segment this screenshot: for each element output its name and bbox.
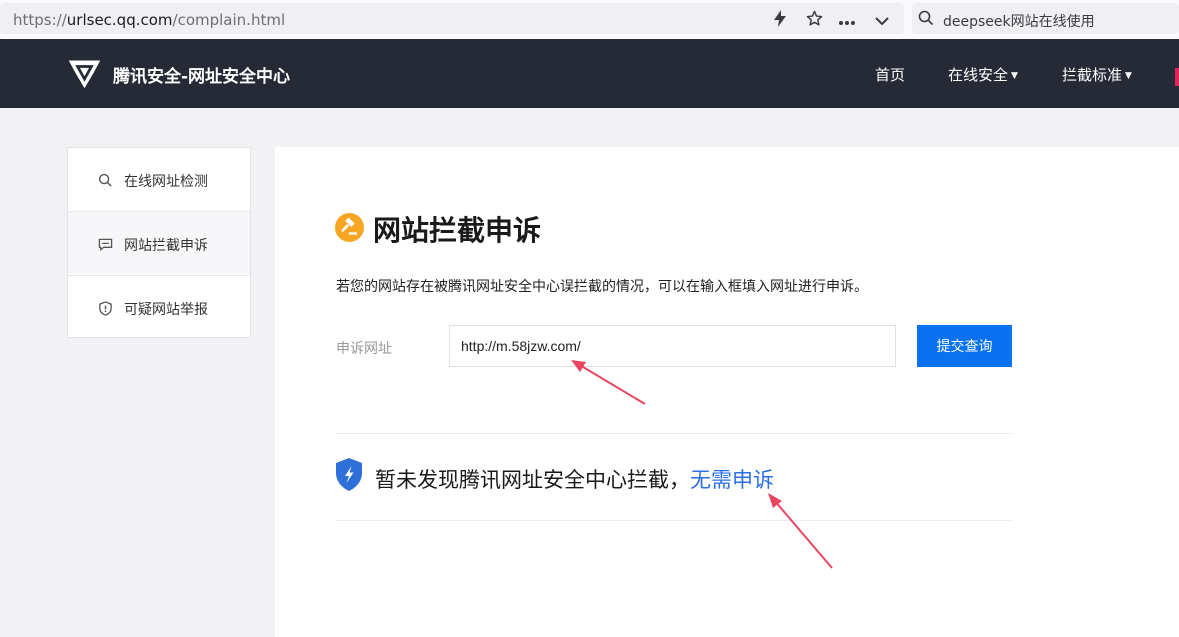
sidebar-item-url-check[interactable]: 在线网址检测: [68, 148, 250, 211]
divider: [336, 433, 1012, 434]
tencent-security-logo-icon[interactable]: [66, 54, 103, 91]
address-bar[interactable]: https://urlsec.qq.com/complain.html: [0, 3, 904, 34]
lightning-icon[interactable]: [769, 10, 791, 33]
sidebar-item-report-suspicious[interactable]: 可疑网站举报: [68, 275, 250, 338]
address-url[interactable]: https://urlsec.qq.com/complain.html: [13, 11, 285, 29]
page-description: 若您的网站存在被腾讯网址安全中心误拦截的情况，可以在输入框填入网址进行申诉。: [336, 279, 868, 295]
shield-icon: [336, 458, 362, 491]
sidebar-item-label: 可疑网站举报: [124, 302, 208, 318]
star-icon[interactable]: [803, 10, 825, 33]
nav-block-standards[interactable]: 拦截标准 ▼: [1062, 64, 1132, 85]
nav-home[interactable]: 首页: [875, 64, 905, 85]
caret-down-icon: ▼: [1125, 71, 1132, 81]
sidebar-item-block-appeal[interactable]: 网站拦截申诉: [68, 211, 250, 274]
header-accent-bar: [1175, 68, 1179, 86]
submit-query-button[interactable]: 提交查询: [917, 325, 1012, 367]
sidebar-item-label: 网站拦截申诉: [124, 238, 208, 254]
browser-search-box[interactable]: deepseek网站在线使用: [912, 3, 1179, 34]
sidebar-item-label: 在线网址检测: [124, 174, 208, 190]
caret-down-icon: ▼: [1011, 71, 1018, 81]
result-message: 暂未发现腾讯网址安全中心拦截，无需申诉: [375, 468, 774, 492]
main-panel: 网站拦截申诉 若您的网站存在被腾讯网址安全中心误拦截的情况，可以在输入框填入网址…: [275, 147, 1179, 637]
chat-icon: [98, 238, 113, 251]
browser-toolbar: https://urlsec.qq.com/complain.html deep…: [0, 0, 1179, 39]
chevron-down-icon[interactable]: [871, 10, 893, 32]
more-icon[interactable]: [836, 10, 858, 32]
shield-icon: [99, 301, 112, 316]
no-appeal-needed-link[interactable]: 无需申诉: [690, 468, 774, 492]
gavel-icon: [335, 213, 364, 242]
page-title: 网站拦截申诉: [373, 214, 542, 247]
search-icon: [98, 173, 112, 187]
appeal-url-input[interactable]: [449, 325, 896, 367]
site-header: 腾讯安全-网址安全中心 首页 在线安全 ▼ 拦截标准 ▼: [0, 39, 1179, 108]
divider: [336, 520, 1012, 521]
browser-search-query[interactable]: deepseek网站在线使用: [943, 11, 1095, 31]
appeal-url-label: 申诉网址: [336, 341, 392, 357]
search-icon: [918, 10, 934, 26]
sidebar: 在线网址检测 网站拦截申诉 可疑网站举报: [67, 147, 251, 338]
nav-online-security[interactable]: 在线安全 ▼: [948, 64, 1018, 85]
site-title[interactable]: 腾讯安全-网址安全中心: [113, 62, 290, 87]
